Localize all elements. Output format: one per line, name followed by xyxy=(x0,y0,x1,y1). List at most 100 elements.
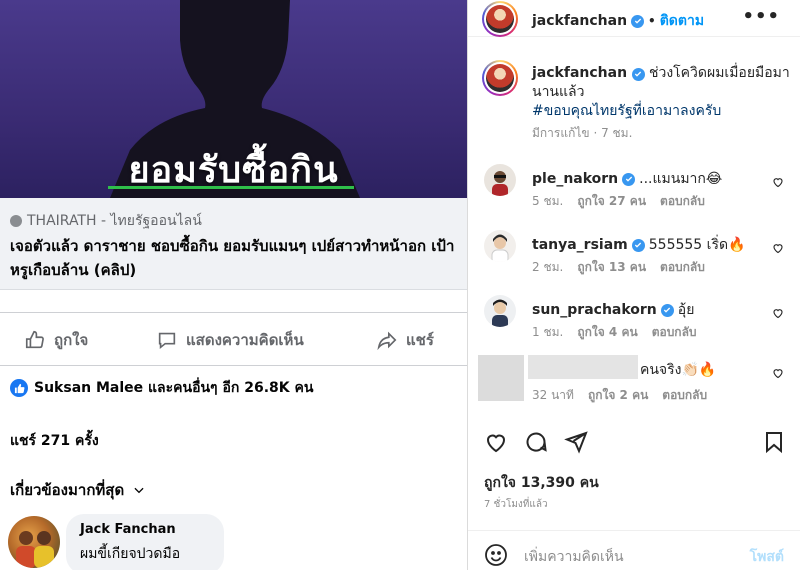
post-comment-button[interactable]: โพสต์ xyxy=(750,546,784,568)
like-reaction-icon xyxy=(10,379,28,397)
blurred-avatar xyxy=(478,355,524,401)
comment-line: คนจริง👏🏻🔥 xyxy=(640,359,716,381)
hero-underline xyxy=(108,186,354,189)
verified-icon xyxy=(631,14,645,28)
post-actions: ถูกใจ แสดงความคิดเห็น แชร์ xyxy=(0,312,467,366)
avatar[interactable] xyxy=(484,230,516,262)
comment-meta: 2 ชม. ถูกใจ 13 คน ตอบกลับ xyxy=(532,258,705,277)
comment-icon[interactable] xyxy=(524,430,548,454)
verified-icon xyxy=(631,238,645,252)
comment-time[interactable]: 5 ชม. xyxy=(532,192,563,211)
comment-bubble: Jack Fanchan ผมขี้เกียจปวดมือ xyxy=(66,514,224,570)
comment-text: คนจริง👏🏻🔥 xyxy=(640,362,717,378)
avatar[interactable] xyxy=(8,516,60,568)
comment-likes[interactable]: ถูกใจ 4 คน xyxy=(577,323,637,342)
avatar[interactable] xyxy=(482,60,518,96)
comment-line: ple_nakorn ...แมนมาก😂 xyxy=(532,168,722,190)
comment-sort-dropdown[interactable]: เกี่ยวข้องมากที่สุด xyxy=(10,478,146,502)
comment-time[interactable]: 1 ชม. xyxy=(532,323,563,342)
caption-time[interactable]: · 7 ชม. xyxy=(593,126,632,140)
add-comment-input[interactable]: เพิ่มความคิดเห็น xyxy=(524,546,624,568)
avatar[interactable] xyxy=(484,295,516,327)
heart-icon[interactable] xyxy=(484,430,508,454)
share-icon xyxy=(377,331,397,351)
comment-likes[interactable]: ถูกใจ 27 คน xyxy=(577,192,646,211)
avatar[interactable] xyxy=(484,164,516,196)
comment-text: ...แมนมาก😂 xyxy=(639,171,723,187)
post-time[interactable]: 7 ชั่วโมงที่แล้ว xyxy=(484,497,548,512)
post-action-bar xyxy=(468,430,800,460)
comment-row: คนจริง👏🏻🔥 32 นาที ถูกใจ 2 คน ตอบกลับ xyxy=(468,355,800,421)
instagram-panel: jackfanchan • ติดตาม ••• jackfanchan ช่ว… xyxy=(468,0,800,570)
comment-sort-label: เกี่ยวข้องมากที่สุด xyxy=(10,481,125,499)
edited-label: มีการแก้ไข xyxy=(532,126,590,140)
comment-text: 555555 เริ่ด🔥 xyxy=(648,237,746,253)
comment-likes[interactable]: ถูกใจ 13 คน xyxy=(577,258,646,277)
more-options-icon[interactable]: ••• xyxy=(742,6,780,27)
chevron-down-icon xyxy=(134,487,144,494)
globe-icon xyxy=(10,215,22,227)
comment-text: อุ้ย xyxy=(677,302,695,318)
reply-button[interactable]: ตอบกลับ xyxy=(652,323,697,342)
comment: Jack Fanchan ผมขี้เกียจปวดมือ xyxy=(8,514,467,570)
heart-icon[interactable] xyxy=(772,367,784,379)
verified-icon xyxy=(631,67,645,81)
reactions-text: Suksan Malee และคนอื่นๆ อีก 26.8K คน xyxy=(34,380,314,396)
hero-headline: ยอมรับซื้อกิน xyxy=(128,150,339,191)
link-source-text: THAIRATH - ไทยรัฐออนไลน์ xyxy=(27,213,202,229)
comment-username[interactable]: sun_prachakorn xyxy=(532,302,657,318)
post-header: jackfanchan • ติดตาม ••• xyxy=(468,0,800,37)
avatar[interactable] xyxy=(482,1,518,37)
link-preview[interactable]: THAIRATH - ไทยรัฐออนไลน์ เจอตัวแล้ว ดารา… xyxy=(0,198,467,290)
username[interactable]: jackfanchan xyxy=(532,13,627,29)
reply-button[interactable]: ตอบกลับ xyxy=(660,258,705,277)
comment-row: sun_prachakorn อุ้ย 1 ชม. ถูกใจ 4 คน ตอบ… xyxy=(468,295,800,361)
post-image[interactable]: ยอมรับซื้อกิน xyxy=(0,0,467,198)
comment-meta: 32 นาที ถูกใจ 2 คน ตอบกลับ xyxy=(532,386,707,405)
like-label: ถูกใจ xyxy=(54,331,89,349)
comment-line: tanya_rsiam 555555 เริ่ด🔥 xyxy=(532,234,746,256)
share-icon[interactable] xyxy=(564,430,588,454)
blurred-username xyxy=(528,355,638,379)
facebook-post: ยอมรับซื้อกิน THAIRATH - ไทยรัฐออนไลน์ เ… xyxy=(0,0,467,570)
heart-icon[interactable] xyxy=(772,176,784,188)
bookmark-icon[interactable] xyxy=(762,430,786,454)
comment-line: sun_prachakorn อุ้ย xyxy=(532,299,694,321)
comment-username[interactable]: ple_nakorn xyxy=(532,171,618,187)
comment-username[interactable]: tanya_rsiam xyxy=(532,237,628,253)
verified-icon xyxy=(660,303,674,317)
comment-icon xyxy=(158,332,176,350)
comment-row: tanya_rsiam 555555 เริ่ด🔥 2 ชม. ถูกใจ 13… xyxy=(468,230,800,296)
caption-username[interactable]: jackfanchan xyxy=(532,65,627,81)
comment-time[interactable]: 2 ชม. xyxy=(532,258,563,277)
thumbs-up-icon xyxy=(25,330,44,349)
share-button[interactable]: แชร์ xyxy=(376,313,434,367)
share-label: แชร์ xyxy=(406,331,434,349)
reply-button[interactable]: ตอบกลับ xyxy=(660,192,705,211)
separator-dot: • xyxy=(648,14,656,28)
caption-meta: มีการแก้ไข · 7 ชม. xyxy=(532,124,632,143)
comment-likes[interactable]: ถูกใจ 2 คน xyxy=(588,386,648,405)
caption-text: jackfanchan ช่วงโควิดผมเมื่อยมือมานานแล้… xyxy=(532,64,792,121)
verified-icon xyxy=(622,172,636,186)
like-button[interactable]: ถูกใจ xyxy=(24,313,88,367)
emoji-icon[interactable] xyxy=(484,543,508,567)
comment-author[interactable]: Jack Fanchan xyxy=(80,522,210,537)
share-count[interactable]: แชร์ 271 ครั้ง xyxy=(10,430,99,452)
add-comment-bar: เพิ่มความคิดเห็น โพสต์ xyxy=(468,530,800,570)
link-source: THAIRATH - ไทยรัฐออนไลน์ xyxy=(10,210,202,232)
comment-meta: 5 ชม. ถูกใจ 27 คน ตอบกลับ xyxy=(532,192,705,211)
reply-button[interactable]: ตอบกลับ xyxy=(662,386,707,405)
like-count[interactable]: ถูกใจ 13,390 คน xyxy=(484,472,599,494)
reactions-summary[interactable]: Suksan Malee และคนอื่นๆ อีก 26.8K คน xyxy=(10,377,313,399)
comment-meta: 1 ชม. ถูกใจ 4 คน ตอบกลับ xyxy=(532,323,697,342)
comment-row: ple_nakorn ...แมนมาก😂 5 ชม. ถูกใจ 27 คน … xyxy=(468,164,800,230)
hashtag-link[interactable]: #ขอบคุณไทยรัฐที่เอามาลงครับ xyxy=(532,103,721,119)
heart-icon[interactable] xyxy=(772,242,784,254)
link-title: เจอตัวแล้ว ดาราชาย ชอบซื้อกิน ยอมรับแมนๆ… xyxy=(10,237,455,279)
heart-icon[interactable] xyxy=(772,307,784,319)
comment-button[interactable]: แสดงความคิดเห็น xyxy=(156,313,304,367)
comment-text: ผมขี้เกียจปวดมือ xyxy=(80,546,181,562)
comment-time[interactable]: 32 นาที xyxy=(532,386,574,405)
follow-button[interactable]: ติดตาม xyxy=(660,10,704,32)
